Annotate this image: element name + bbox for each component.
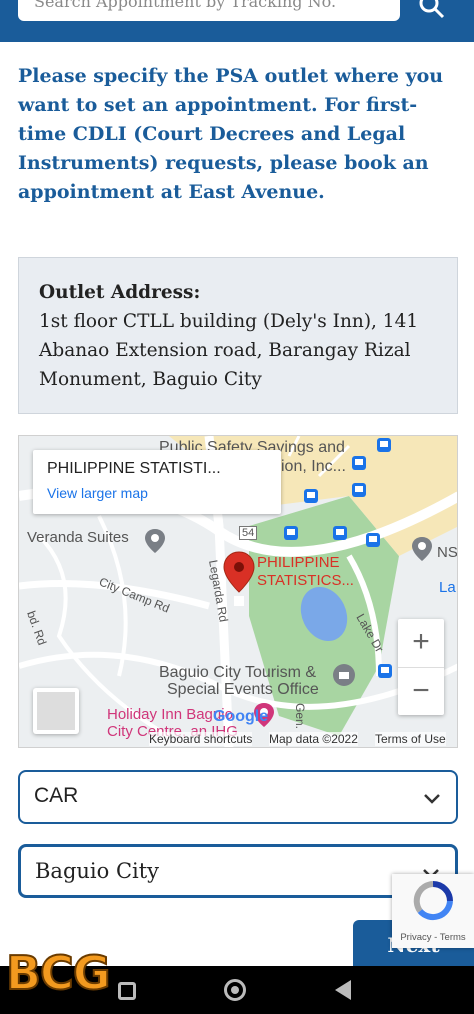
map-pin-icon[interactable] <box>222 550 256 594</box>
intro-instructions: Please specify the PSA outlet where you … <box>18 65 444 203</box>
bcg-watermark-logo: BCG <box>5 945 112 1001</box>
outlet-address-box: Outlet Address: 1st floor CTLL building … <box>18 257 458 414</box>
place-pin-icon <box>412 537 432 561</box>
search-appointment-input[interactable]: Search Appointment by Tracking No. <box>18 0 400 21</box>
recaptcha-terms-link[interactable]: Terms <box>440 932 466 943</box>
chevron-down-icon <box>424 794 440 804</box>
recaptcha-links: Privacy - Terms <box>400 932 466 943</box>
place-info-card: PHILIPPINE STATISTI... View larger map <box>33 450 281 514</box>
bus-stop-icon <box>366 533 380 547</box>
zoom-in-button[interactable]: + <box>398 619 444 667</box>
bus-stop-icon <box>352 456 366 470</box>
back-icon[interactable] <box>335 980 351 1000</box>
tourism-office-icon <box>333 664 355 686</box>
search-button[interactable] <box>408 0 456 26</box>
place-title: PHILIPPINE STATISTI... <box>47 460 221 477</box>
recaptcha-privacy-link[interactable]: Privacy <box>400 932 431 943</box>
search-icon <box>419 0 445 19</box>
keyboard-shortcuts-link[interactable]: Keyboard shortcuts <box>149 732 253 746</box>
zoom-out-button[interactable]: − <box>398 667 444 716</box>
map-label-tourism-line2: Special Events Office <box>167 681 319 698</box>
map-label-tourism-line1: Baguio City Tourism & <box>159 664 317 681</box>
street-view-button[interactable] <box>33 688 79 734</box>
google-map[interactable]: PHILIPPINE STATISTICS... Public Safety S… <box>18 435 458 748</box>
hotel-pin-icon <box>145 529 165 553</box>
map-label-gen: Gen. <box>293 702 308 730</box>
recaptcha-badge[interactable]: Privacy - Terms <box>392 874 474 948</box>
terms-of-use-link[interactable]: Terms of Use <box>375 732 446 746</box>
map-label-ion-inc: ion, Inc... <box>281 458 346 475</box>
home-icon[interactable] <box>224 979 246 1001</box>
map-label-la: La <box>439 579 456 596</box>
bus-stop-icon <box>352 483 366 497</box>
route-54-badge: 54 <box>239 526 258 540</box>
recent-apps-icon[interactable] <box>118 982 136 1000</box>
outlet-address-label: Outlet Address: <box>39 282 201 303</box>
region-select[interactable]: CAR <box>18 770 458 824</box>
region-select-value: CAR <box>34 784 79 807</box>
map-label-ns: NS <box>437 544 458 561</box>
bus-stop-icon <box>304 489 318 503</box>
google-logo: Google <box>213 708 269 725</box>
bus-stop-icon <box>377 438 391 452</box>
header-bar: Search Appointment by Tracking No. <box>0 0 474 42</box>
outlet-address-text: 1st floor CTLL building (Dely's Inn), 14… <box>39 311 419 390</box>
map-pin-label-line1: PHILIPPINE <box>257 554 340 571</box>
map-label-veranda-suites: Veranda Suites <box>27 529 129 546</box>
bus-stop-icon <box>333 526 347 540</box>
city-select-value: Baguio City <box>35 859 160 883</box>
view-larger-map-link[interactable]: View larger map <box>47 485 148 501</box>
bus-stop-icon <box>378 664 392 678</box>
map-zoom-controls: + − <box>398 619 444 715</box>
map-data-attribution: Map data ©2022 <box>269 732 358 746</box>
map-pin-label-line2: STATISTICS... <box>257 572 354 589</box>
bus-stop-icon <box>284 526 298 540</box>
recaptcha-icon <box>413 881 453 921</box>
pegman-icon <box>37 692 75 730</box>
